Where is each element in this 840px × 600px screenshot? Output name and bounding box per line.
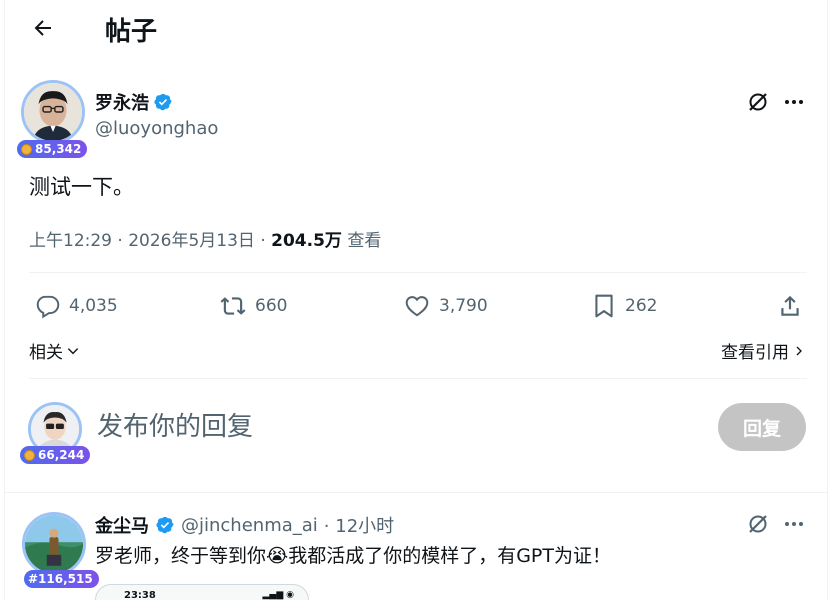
- bookmark-icon: [595, 294, 613, 318]
- reply-author-handle[interactable]: @jinchenma_ai: [181, 515, 318, 536]
- divider: [5, 492, 827, 493]
- grok-icon: [749, 93, 767, 111]
- reply-count: 4,035: [69, 296, 118, 316]
- author-name-row[interactable]: 罗永浩: [95, 89, 173, 115]
- grok-button[interactable]: [743, 87, 773, 117]
- more-dots-icon: [785, 522, 803, 526]
- reply-media-image[interactable]: 23:38 ▂▄▆ ◉: [95, 584, 309, 600]
- post-detail-page: 帖子 85,342 罗永浩 @luoyonghao 测试一下。 上午12:29 …: [4, 0, 828, 600]
- post-views-label: 查看: [341, 231, 382, 251]
- reply-author-name[interactable]: 金尘马: [95, 512, 149, 538]
- coin-icon: [21, 143, 32, 155]
- bookmark-action[interactable]: 262: [591, 286, 657, 326]
- reply-author-avatar-wrap[interactable]: #116,515: [22, 512, 99, 588]
- chevron-right-icon: [796, 346, 802, 355]
- verified-badge-icon: [156, 516, 174, 534]
- media-status-time: 23:38: [124, 590, 156, 600]
- author-avatar-wrap[interactable]: 85,342: [17, 80, 88, 158]
- composer-avatar-wrap[interactable]: 66,244: [20, 402, 91, 464]
- heart-icon: [405, 296, 429, 317]
- composer-badge-count: 66,244: [38, 448, 85, 462]
- reply-action[interactable]: 4,035: [35, 286, 118, 326]
- related-toggle[interactable]: 相关: [29, 338, 80, 363]
- reply-timestamp[interactable]: · 12小时: [324, 512, 394, 538]
- author-display-name[interactable]: 罗永浩: [95, 89, 149, 115]
- bookmark-count: 262: [625, 296, 658, 316]
- repost-icon: [220, 297, 246, 315]
- reply-more-options-button[interactable]: [779, 509, 809, 539]
- author-badge-count: 85,342: [35, 142, 82, 156]
- arrow-left-icon: [34, 20, 51, 36]
- share-action[interactable]: [777, 286, 803, 326]
- reply-text: 罗老师，终于等到你😭我都活成了你的模样了，有GPT为证！: [95, 545, 611, 567]
- post-view-count: 204.5万: [271, 231, 342, 251]
- reply-grok-button[interactable]: [743, 509, 773, 539]
- repost-count: 660: [255, 296, 288, 316]
- author-rank-badge: 85,342: [17, 140, 88, 158]
- reply-header: 金尘马 @jinchenma_ai · 12小时: [95, 512, 394, 538]
- grok-icon: [749, 515, 767, 533]
- divider: [29, 378, 807, 379]
- media-status-icons: ▂▄▆ ◉: [262, 590, 294, 600]
- comment-icon: [36, 295, 60, 319]
- view-quotes-label: 查看引用: [721, 343, 789, 363]
- reply-author-rank-badge: #116,515: [24, 570, 99, 588]
- verified-badge-icon: [154, 93, 172, 111]
- reply-input[interactable]: 发布你的回复: [97, 406, 253, 443]
- back-button[interactable]: [25, 10, 61, 46]
- repost-action[interactable]: 660: [219, 286, 287, 326]
- divider: [29, 272, 807, 273]
- coin-icon: [24, 449, 35, 461]
- author-handle[interactable]: @luoyonghao: [95, 118, 218, 139]
- reply-author-badge-count: #116,515: [28, 572, 93, 586]
- more-dots-icon: [785, 100, 803, 104]
- page-header: 帖子: [5, 0, 827, 56]
- reply-author-avatar[interactable]: [22, 512, 86, 576]
- share-icon: [781, 295, 799, 316]
- post-meta: 上午12:29 · 2026年5月13日 · 204.5万 查看: [29, 226, 381, 251]
- post-timestamp[interactable]: 上午12:29 · 2026年5月13日 ·: [29, 231, 271, 251]
- post-text: 测试一下。: [29, 175, 134, 199]
- more-options-button[interactable]: [779, 87, 809, 117]
- post-actions-bar: 4,035 660 3,790 262: [29, 286, 809, 326]
- related-label: 相关: [29, 343, 63, 363]
- page-title: 帖子: [105, 17, 158, 47]
- chevron-down-icon: [67, 347, 79, 354]
- reply-button[interactable]: 回复: [718, 403, 806, 451]
- view-quotes-link[interactable]: 查看引用: [721, 338, 805, 363]
- like-count: 3,790: [439, 296, 488, 316]
- author-avatar[interactable]: [21, 80, 85, 144]
- like-action[interactable]: 3,790: [403, 286, 488, 326]
- composer-rank-badge: 66,244: [20, 446, 91, 464]
